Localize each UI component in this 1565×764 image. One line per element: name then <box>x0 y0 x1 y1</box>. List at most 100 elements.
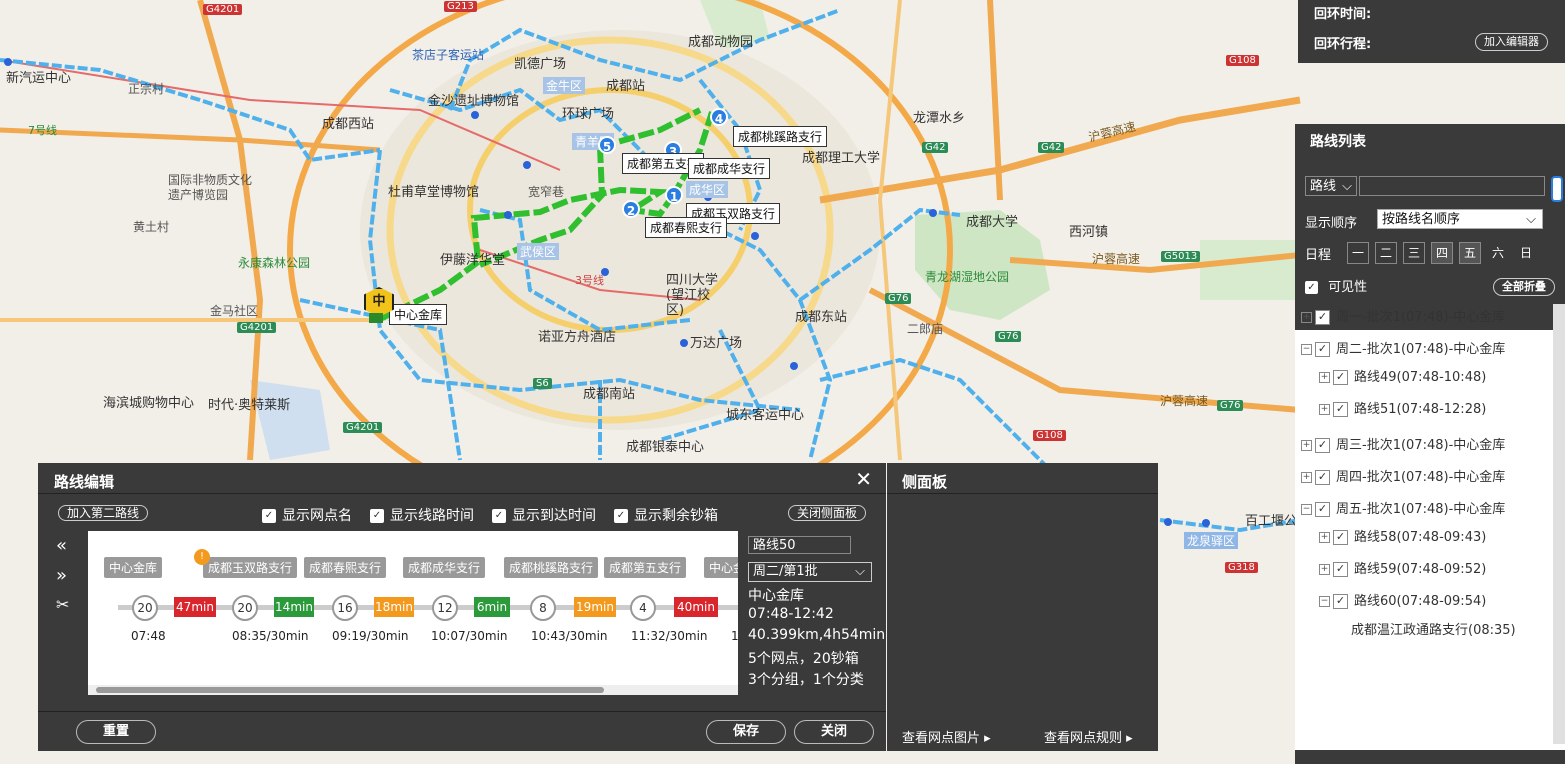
save-button[interactable]: 保存 <box>706 720 786 744</box>
road-shield: G76 <box>995 331 1022 342</box>
route-timeline[interactable]: 中心金库 成都玉双路支行 成都春熙支行 成都成华支行 成都桃蹊路支行 成都第五支… <box>88 531 738 695</box>
expand-icon[interactable]: + <box>1301 472 1312 483</box>
chevron-down-icon: ⌵ <box>855 564 865 579</box>
return-trip-label: 回环行程: <box>1314 37 1372 52</box>
collapse-icon[interactable]: − <box>1301 504 1312 515</box>
tree-leaf-label[interactable]: 成都温江政通路支行(08:35) <box>1351 619 1516 638</box>
option-show-route-time[interactable]: ✓ 显示线路时间 <box>370 505 474 525</box>
day-mon[interactable]: 一 <box>1347 242 1369 264</box>
tree-checkbox[interactable]: ✓ <box>1315 342 1330 357</box>
arrival-time: 08:35/30min <box>232 629 309 643</box>
tree-node[interactable]: + ✓ 路线59(07:48-09:52) <box>1319 558 1486 577</box>
tree-node-label: 周四-批次1(07:48)-中心金库 <box>1336 470 1506 485</box>
expand-icon[interactable]: + <box>1301 312 1312 323</box>
view-photos-link[interactable]: 查看网点图片 ▸ <box>902 727 991 746</box>
stop-pin[interactable]: 5 <box>598 136 616 154</box>
tree-node[interactable]: + ✓ 周三-批次1(07:48)-中心金库 <box>1301 434 1505 453</box>
map-label: 成都动物园 <box>688 35 754 50</box>
branch-label[interactable]: 成都春熙支行 <box>645 217 728 238</box>
collapse-icon[interactable]: − <box>1301 344 1312 355</box>
tree-checkbox[interactable]: ✓ <box>1315 470 1330 485</box>
tree-checkbox[interactable]: ✓ <box>1333 594 1348 609</box>
day-tue[interactable]: 二 <box>1375 242 1397 264</box>
tree-node[interactable]: + ✓ 路线49(07:48-10:48) <box>1319 366 1486 385</box>
scrollbar-thumb[interactable] <box>96 687 604 693</box>
stop-label[interactable]: 成都玉双路支行 <box>203 557 298 578</box>
tree-node[interactable]: + ✓ 路线58(07:48-09:43) <box>1319 526 1486 545</box>
visibility-checkbox[interactable]: ✓ <box>1305 281 1318 294</box>
timeline-scrollbar[interactable] <box>88 685 738 695</box>
tree-checkbox[interactable]: ✓ <box>1333 370 1348 385</box>
tree-node[interactable]: + ✓ 周四-批次1(07:48)-中心金库 <box>1301 466 1505 485</box>
day-thu[interactable]: 四 <box>1431 242 1453 264</box>
stop-label[interactable]: 成都春熙支行 <box>304 557 387 578</box>
collapse-icon[interactable]: − <box>1319 596 1330 607</box>
map-label: 龙潭水乡 <box>913 111 966 126</box>
stop-pin[interactable]: 2 <box>622 200 640 218</box>
stop-label[interactable]: 中心金库 <box>104 557 163 578</box>
tree-checkbox[interactable]: ✓ <box>1315 310 1330 325</box>
collapse-all-button[interactable]: 全部折叠 <box>1493 278 1555 296</box>
add-editor-button[interactable]: 加入编辑器 <box>1475 33 1548 51</box>
stop-label[interactable]: 成都桃蹊路支行 <box>504 557 599 578</box>
close-side-panel-button[interactable]: 关闭侧面板 <box>788 505 867 521</box>
map-label: 国际非物质文化遗产博览园 <box>168 173 253 202</box>
view-rules-link[interactable]: 查看网点规则 ▸ <box>1044 727 1133 746</box>
branch-label[interactable]: 成都成华支行 <box>688 158 771 179</box>
sort-select[interactable]: 按路线名顺序 ⌵ <box>1377 209 1543 229</box>
scissors-icon[interactable]: ✂ <box>56 595 69 614</box>
day-fri[interactable]: 五 <box>1459 242 1481 264</box>
reset-button[interactable]: 重置 <box>76 720 156 744</box>
option-show-arrival-time[interactable]: ✓ 显示到达时间 <box>492 505 596 525</box>
expand-icon[interactable]: + <box>1319 372 1330 383</box>
expand-right-icon[interactable]: » <box>56 565 67 586</box>
tree-checkbox[interactable]: ✓ <box>1333 562 1348 577</box>
stop-label[interactable]: 成都第五支行 <box>604 557 687 578</box>
tree-node[interactable]: + ✓ 周一-批次1(07:48)-中心金库 <box>1301 306 1505 325</box>
stop-label[interactable]: 成都成华支行 <box>403 557 486 578</box>
tree-node[interactable]: − ✓ 周二-批次1(07:48)-中心金库 <box>1301 338 1505 357</box>
expand-icon[interactable]: + <box>1319 404 1330 415</box>
day-sat[interactable]: 六 <box>1487 242 1509 264</box>
add-second-route-button[interactable]: 加入第二路线 <box>58 505 149 521</box>
branch-label[interactable]: 中心金库 <box>389 304 448 325</box>
tree-checkbox[interactable]: ✓ <box>1333 402 1348 417</box>
road-shield: G5013 <box>1161 251 1201 262</box>
tree-node[interactable]: − ✓ 周五-批次1(07:48)-中心金库 <box>1301 498 1505 517</box>
tree-checkbox[interactable]: ✓ <box>1333 530 1348 545</box>
map-label: 环球广场 <box>562 107 615 122</box>
scrollbar[interactable] <box>1553 304 1565 744</box>
tree-node-label: 路线60(07:48-09:54) <box>1354 594 1487 609</box>
caret-right-icon: ▸ <box>984 731 991 746</box>
stop-pin[interactable]: 4 <box>710 108 728 126</box>
option-label: 显示线路时间 <box>390 508 474 524</box>
batch-select[interactable]: 周二/第1批 ⌵ <box>748 562 872 582</box>
search-type-select[interactable]: 路线 ⌵ <box>1305 176 1357 196</box>
map-label: 正宗村 <box>128 82 165 96</box>
collapse-left-icon[interactable]: « <box>56 535 67 556</box>
tree-node[interactable]: − ✓ 路线60(07:48-09:54) <box>1319 590 1486 609</box>
return-time-label: 回环时间: <box>1314 7 1372 22</box>
tree-node[interactable]: + ✓ 路线51(07:48-12:28) <box>1319 398 1486 417</box>
tree-checkbox[interactable]: ✓ <box>1315 438 1330 453</box>
branch-label[interactable]: 成都桃蹊路支行 <box>733 126 828 147</box>
close-button[interactable]: 关闭 <box>794 720 874 744</box>
expand-icon[interactable]: + <box>1319 532 1330 543</box>
expand-icon[interactable]: + <box>1301 440 1312 451</box>
map-label: 成都西站 <box>322 117 375 132</box>
option-label: 显示网点名 <box>282 508 352 524</box>
route-name-input[interactable]: 路线50 <box>748 536 851 554</box>
stop-pin[interactable]: 1 <box>665 186 683 204</box>
close-icon[interactable]: ✕ <box>855 467 872 491</box>
search-input[interactable] <box>1359 176 1545 196</box>
stop-label[interactable]: 中心金库 <box>704 557 738 578</box>
expand-icon[interactable]: + <box>1319 564 1330 575</box>
scroll-toggle[interactable] <box>1551 176 1563 202</box>
tree-checkbox[interactable]: ✓ <box>1315 502 1330 517</box>
day-wed[interactable]: 三 <box>1403 242 1425 264</box>
option-show-remaining-boxes[interactable]: ✓ 显示剩余钞箱 <box>614 505 718 525</box>
side-panel-title: 侧面板 <box>902 473 948 491</box>
box-count: 20 <box>232 595 258 621</box>
option-show-stop-names[interactable]: ✓ 显示网点名 <box>262 505 352 525</box>
day-sun[interactable]: 日 <box>1515 242 1537 264</box>
